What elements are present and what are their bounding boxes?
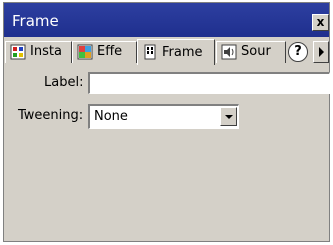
label-input[interactable] (88, 72, 330, 94)
close-icon: x (316, 15, 325, 29)
tab-strip: Insta Effe Frame Sour ? (4, 39, 329, 65)
frame-panel: Frame x Insta Effe Frame Sour ? Label: T… (3, 2, 330, 242)
tab-frame-label: Frame (162, 45, 203, 60)
tab-instance[interactable]: Insta (5, 41, 72, 63)
tab-sound[interactable]: Sour (216, 41, 286, 63)
frame-icon (144, 44, 156, 60)
close-button[interactable]: x (312, 14, 329, 31)
panel-titlebar[interactable]: Frame x (4, 3, 329, 37)
tweening-selected-value: None (94, 109, 128, 124)
instance-icon (10, 44, 26, 60)
tweening-select[interactable]: None (88, 104, 239, 129)
panel-title: Frame (12, 12, 59, 30)
help-icon: ? (294, 44, 302, 59)
tab-instance-label: Insta (30, 44, 62, 59)
tab-frame[interactable]: Frame (137, 39, 215, 65)
tab-scroll-right-button[interactable] (313, 41, 329, 63)
tab-effect-label: Effe (97, 44, 123, 59)
tab-sound-label: Sour (241, 44, 271, 59)
help-button[interactable]: ? (288, 42, 308, 62)
label-field-caption: Label: (44, 75, 84, 90)
effect-icon (77, 44, 93, 60)
tweening-dropdown-button[interactable] (220, 107, 237, 126)
tab-effect[interactable]: Effe (72, 41, 137, 63)
sound-icon (221, 44, 237, 60)
tweening-caption: Tweening: (18, 108, 84, 123)
